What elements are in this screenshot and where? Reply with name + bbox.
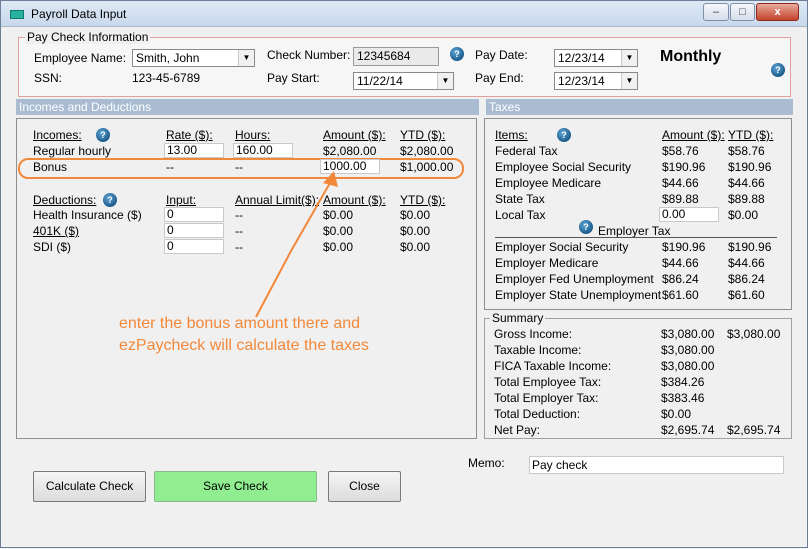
annotation-text: enter the bonus amount there and ezPaych…	[119, 315, 369, 354]
tax-item-amount: $190.96	[662, 160, 706, 174]
tax-item-name: Federal Tax	[495, 144, 558, 158]
employer-tax-ytd: $190.96	[728, 240, 772, 254]
tax-item-ytd: $89.88	[728, 192, 765, 206]
summary-value: $383.46	[661, 391, 705, 405]
summary-value: $0.00	[661, 407, 692, 421]
payroll-window: Payroll Data Input – □ x Pay Check Infor…	[0, 0, 808, 548]
tax-item-ytd: $58.76	[728, 144, 765, 158]
employer-tax-name: Employer State Unemployment	[495, 288, 662, 302]
employer-tax-ytd: $44.66	[728, 256, 765, 270]
summary-label: Gross Income:	[494, 327, 573, 341]
employer-tax-name: Employer Social Security	[495, 240, 629, 254]
employer-tax-help-icon[interactable]: ?	[579, 220, 593, 234]
tax-item-amount: $58.76	[662, 144, 699, 158]
employer-tax-ytd: $86.24	[728, 272, 765, 286]
close-button[interactable]: Close	[328, 471, 401, 502]
tax-item-name: Employee Social Security	[495, 160, 632, 174]
summary-label: Taxable Income:	[494, 343, 582, 357]
employer-tax-title: Employer Tax	[598, 224, 671, 238]
memo-input[interactable]: Pay check	[529, 456, 784, 474]
local-tax-input[interactable]: 0.00	[659, 207, 719, 222]
tax-item-ytd: $190.96	[728, 160, 772, 174]
employer-tax-name: Employer Fed Unemployment	[495, 272, 654, 286]
tax-amount-header: Amount ($):	[662, 128, 725, 142]
employer-tax-amount: $61.60	[662, 288, 699, 302]
summary-label: Total Deduction:	[494, 407, 581, 421]
memo-label: Memo:	[468, 456, 505, 470]
tax-items-header: Items:	[495, 128, 528, 142]
tax-item-amount: $89.88	[662, 192, 699, 206]
summary-value: $2,695.74	[661, 423, 715, 437]
summary-value: $384.26	[661, 375, 705, 389]
employer-tax-name: Employer Medicare	[495, 256, 599, 270]
tax-item-name: State Tax	[495, 192, 545, 206]
summary-label: Total Employer Tax:	[494, 391, 599, 405]
summary-label: Net Pay:	[494, 423, 541, 437]
summary-ytd: $2,695.74	[727, 423, 781, 437]
employer-tax-amount: $86.24	[662, 272, 699, 286]
summary-label: FICA Taxable Income:	[494, 359, 612, 373]
summary-label: Total Employee Tax:	[494, 375, 602, 389]
employer-tax-ytd: $61.60	[728, 288, 765, 302]
tax-item-ytd: $0.00	[728, 208, 759, 222]
tax-item-name: Local Tax	[495, 208, 546, 222]
tax-item-amount: $44.66	[662, 176, 699, 190]
taxes-help-icon[interactable]: ?	[557, 128, 571, 142]
save-check-button[interactable]: Save Check	[154, 471, 317, 502]
tax-item-name: Employee Medicare	[495, 176, 602, 190]
calculate-check-button[interactable]: Calculate Check	[33, 471, 146, 502]
employer-divider	[495, 237, 777, 238]
summary-ytd: $3,080.00	[727, 327, 781, 341]
summary-title: Summary	[490, 311, 546, 325]
summary-value: $3,080.00	[661, 327, 715, 341]
employer-tax-amount: $44.66	[662, 256, 699, 270]
summary-value: $3,080.00	[661, 343, 715, 357]
tax-ytd-header: YTD ($):	[728, 128, 774, 142]
summary-value: $3,080.00	[661, 359, 715, 373]
employer-tax-amount: $190.96	[662, 240, 706, 254]
tax-item-ytd: $44.66	[728, 176, 765, 190]
